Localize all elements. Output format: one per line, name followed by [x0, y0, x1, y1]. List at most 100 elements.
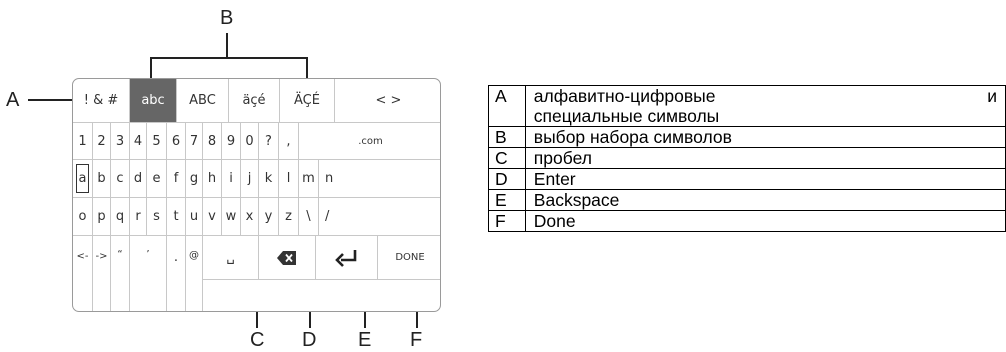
- key-digit[interactable]: 0: [241, 123, 259, 160]
- key-letter[interactable]: h: [203, 160, 222, 198]
- legend-desc-line1: алфавитно-цифровые: [533, 86, 716, 106]
- key-letter[interactable]: z: [279, 198, 299, 236]
- callout-e: E: [358, 329, 372, 351]
- key-digit[interactable]: 9: [222, 123, 241, 160]
- key-letter[interactable]: t: [167, 198, 186, 236]
- callout-d: D: [302, 329, 317, 351]
- key-single-quote-label: ’: [146, 249, 150, 260]
- key-digit[interactable]: 7: [186, 123, 203, 160]
- key-accent-lower-set[interactable]: äçé: [229, 79, 280, 123]
- key-digit[interactable]: 1: [73, 123, 93, 160]
- legend-row-e: E Backspace: [488, 189, 1006, 211]
- callout-b: B: [220, 7, 234, 29]
- bracket-b-top: [150, 57, 308, 59]
- bracket-b-right: [306, 57, 308, 79]
- key-digit[interactable]: 8: [203, 123, 222, 160]
- key-letter[interactable]: b: [93, 160, 111, 198]
- key-letter[interactable]: x: [241, 198, 259, 236]
- legend-desc: выбор набора символов: [524, 126, 1006, 148]
- legend-desc: Backspace: [524, 189, 1006, 211]
- key-letter[interactable]: c: [111, 160, 130, 198]
- key-abc-set[interactable]: abc: [130, 79, 177, 123]
- legend-row-c: C пробел: [488, 147, 1006, 169]
- key-cursor-right-label: ->: [95, 251, 108, 262]
- key-letter[interactable]: f: [167, 160, 186, 198]
- key-letter[interactable]: w: [222, 198, 241, 236]
- legend-desc: пробел: [524, 147, 1006, 169]
- legend-desc: Done: [524, 210, 1006, 232]
- legend-desc: Enter: [524, 168, 1006, 190]
- key-letter[interactable]: n: [319, 160, 440, 198]
- keyboard-figure: B A C D E F ! & # abc ABC äçé ÄÇÉ < > 1 …: [0, 0, 460, 352]
- key-dot[interactable]: .: [167, 236, 186, 311]
- key-letter[interactable]: i: [222, 160, 241, 198]
- key-letter[interactable]: v: [203, 198, 222, 236]
- key-letter[interactable]: r: [130, 198, 147, 236]
- key-backslash[interactable]: \: [299, 198, 319, 236]
- key-digit[interactable]: 2: [93, 123, 111, 160]
- key-cursor-left[interactable]: <-: [73, 236, 93, 311]
- callout-a: A: [6, 89, 20, 111]
- bracket-b-stem: [226, 33, 228, 59]
- legend-letter: C: [488, 147, 526, 169]
- key-symbols-set[interactable]: ! & #: [73, 79, 130, 123]
- key-letter[interactable]: g: [186, 160, 203, 198]
- legend-row-a: A алфавитно-цифровые и специальные симво…: [488, 85, 1006, 127]
- key-digit[interactable]: 6: [167, 123, 186, 160]
- key-backspace[interactable]: [259, 236, 316, 280]
- legend-row-f: F Done: [488, 210, 1006, 232]
- key-digit[interactable]: 5: [147, 123, 167, 160]
- key-question[interactable]: ?: [259, 123, 279, 160]
- key-at-label: @: [189, 250, 199, 261]
- key-cursor-left-label: <-: [76, 251, 89, 262]
- key-letter[interactable]: j: [241, 160, 259, 198]
- key-letter[interactable]: k: [259, 160, 279, 198]
- legend-letter: D: [488, 168, 526, 190]
- key-letter[interactable]: y: [259, 198, 279, 236]
- key-cursor-right[interactable]: ->: [93, 236, 111, 311]
- key-letter[interactable]: m: [299, 160, 319, 198]
- key-single-quote[interactable]: ’: [130, 236, 167, 311]
- key-accent-upper-set[interactable]: ÄÇÉ: [280, 79, 335, 123]
- backspace-icon: [277, 250, 296, 265]
- legend-table: A алфавитно-цифровые и специальные симво…: [488, 85, 1006, 232]
- key-letter[interactable]: u: [186, 198, 203, 236]
- key-digit[interactable]: 4: [130, 123, 147, 160]
- key-comma[interactable]: ,: [279, 123, 299, 160]
- legend-letter: A: [488, 85, 526, 127]
- key-letter[interactable]: o: [73, 198, 93, 236]
- legend-desc-line2: специальные символы: [533, 106, 720, 126]
- key-done[interactable]: DONE: [378, 236, 440, 280]
- leader-a: [28, 99, 76, 101]
- key-letter[interactable]: q: [111, 198, 130, 236]
- key-double-quote-label: “: [117, 249, 123, 260]
- bracket-b-left: [150, 57, 152, 79]
- key-letter[interactable]: p: [93, 198, 111, 236]
- key-digit[interactable]: 3: [111, 123, 130, 160]
- key-space[interactable]: ␣: [203, 236, 259, 280]
- callout-c: C: [250, 329, 265, 351]
- key-letter[interactable]: d: [130, 160, 147, 198]
- legend-letter: B: [488, 126, 526, 148]
- legend-desc: алфавитно-цифровые и специальные символы: [524, 85, 1006, 127]
- callout-f: F: [410, 329, 423, 351]
- key-letter[interactable]: s: [147, 198, 167, 236]
- key-at[interactable]: @: [186, 236, 203, 311]
- key-letter-a[interactable]: a: [73, 160, 93, 198]
- key-double-quote[interactable]: “: [111, 236, 130, 311]
- on-screen-keyboard: ! & # abc ABC äçé ÄÇÉ < > 1 2 3 4 5 6 7 …: [72, 78, 441, 312]
- legend-letter: F: [488, 210, 526, 232]
- key-slash[interactable]: /: [319, 198, 440, 236]
- keyboard-bottom-area: [203, 280, 440, 311]
- key-letter[interactable]: l: [279, 160, 299, 198]
- key-cursor-arrows[interactable]: < >: [335, 79, 440, 123]
- key-ABC-set[interactable]: ABC: [177, 79, 229, 123]
- legend-row-b: B выбор набора символов: [488, 126, 1006, 148]
- legend-row-d: D Enter: [488, 168, 1006, 190]
- key-enter[interactable]: [316, 236, 378, 280]
- key-done-label: DONE: [395, 252, 425, 263]
- legend-letter: E: [488, 189, 526, 211]
- legend-desc-conjunction: и: [987, 86, 997, 106]
- key-dotcom[interactable]: .com: [299, 123, 440, 160]
- key-letter[interactable]: e: [147, 160, 167, 198]
